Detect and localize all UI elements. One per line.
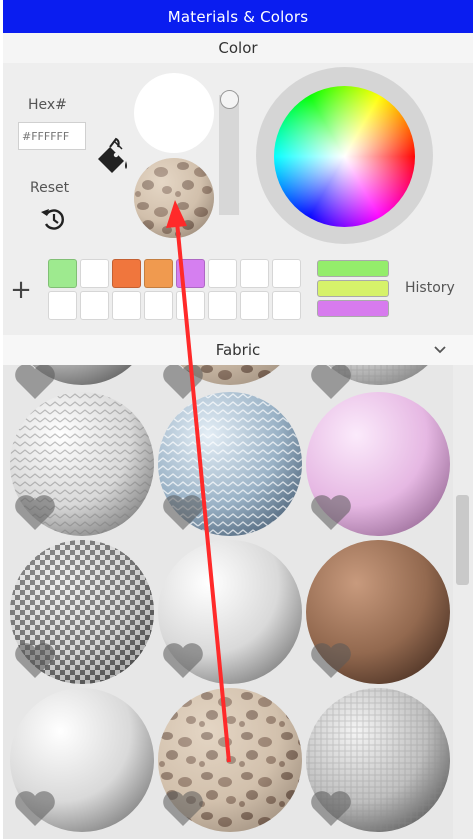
brightness-slider-handle[interactable] <box>220 90 239 109</box>
swatch-1-6[interactable] <box>208 259 237 288</box>
paint-bucket-icon[interactable] <box>92 135 132 175</box>
favorite-heart-icon[interactable] <box>13 492 57 532</box>
window-title: Materials & Colors <box>167 7 309 26</box>
swatch-1-2[interactable] <box>80 259 109 288</box>
favorite-heart-icon[interactable] <box>309 788 353 828</box>
favorite-heart-icon[interactable] <box>309 365 353 401</box>
swatch-1-7[interactable] <box>240 259 269 288</box>
favorite-heart-icon[interactable] <box>161 492 205 532</box>
current-color-swatch[interactable] <box>134 73 214 153</box>
history-label: History <box>405 280 455 296</box>
dropdown-selected-label: Fabric <box>215 341 261 359</box>
favorite-heart-icon[interactable] <box>161 788 205 828</box>
hex-label: Hex# <box>28 97 67 113</box>
swatch-grid <box>48 259 301 320</box>
swatch-2-4[interactable] <box>144 291 173 320</box>
history-color-2[interactable] <box>317 280 389 297</box>
swatch-1-1[interactable] <box>48 259 77 288</box>
swatch-1-3[interactable] <box>112 259 141 288</box>
swatch-1-5[interactable] <box>176 259 205 288</box>
color-wheel[interactable] <box>274 86 415 227</box>
brightness-slider[interactable] <box>219 95 239 215</box>
color-section-label: Color <box>218 39 258 57</box>
swatch-2-8[interactable] <box>272 291 301 320</box>
material-grid <box>3 365 473 839</box>
chevron-down-icon <box>434 346 446 354</box>
history-color-1[interactable] <box>317 260 389 277</box>
swatch-2-3[interactable] <box>112 291 141 320</box>
reset-history-icon[interactable] <box>38 204 68 234</box>
swatch-2-1[interactable] <box>48 291 77 320</box>
favorite-heart-icon[interactable] <box>309 640 353 680</box>
material-scrollbar-thumb[interactable] <box>456 495 469 585</box>
material-category-dropdown[interactable]: Fabric <box>3 335 473 365</box>
window-title-bar: Materials & Colors <box>3 0 473 33</box>
swatch-2-7[interactable] <box>240 291 269 320</box>
swatch-1-8[interactable] <box>272 259 301 288</box>
swatch-2-5[interactable] <box>176 291 205 320</box>
reset-label: Reset <box>30 180 70 196</box>
current-material-swatch[interactable] <box>134 158 214 238</box>
favorite-heart-icon[interactable] <box>13 365 57 401</box>
swatch-1-4[interactable] <box>144 259 173 288</box>
favorite-heart-icon[interactable] <box>161 640 205 680</box>
favorite-heart-icon[interactable] <box>13 788 57 828</box>
add-swatch-button[interactable]: + <box>8 277 34 303</box>
history-color-3[interactable] <box>317 300 389 317</box>
swatch-2-2[interactable] <box>80 291 109 320</box>
hex-input[interactable] <box>18 122 86 150</box>
swatch-2-6[interactable] <box>208 291 237 320</box>
favorite-heart-icon[interactable] <box>309 492 353 532</box>
color-section-header: Color <box>3 33 473 63</box>
material-scrollbar[interactable] <box>453 365 473 839</box>
favorite-heart-icon[interactable] <box>13 640 57 680</box>
favorite-heart-icon[interactable] <box>161 365 205 401</box>
